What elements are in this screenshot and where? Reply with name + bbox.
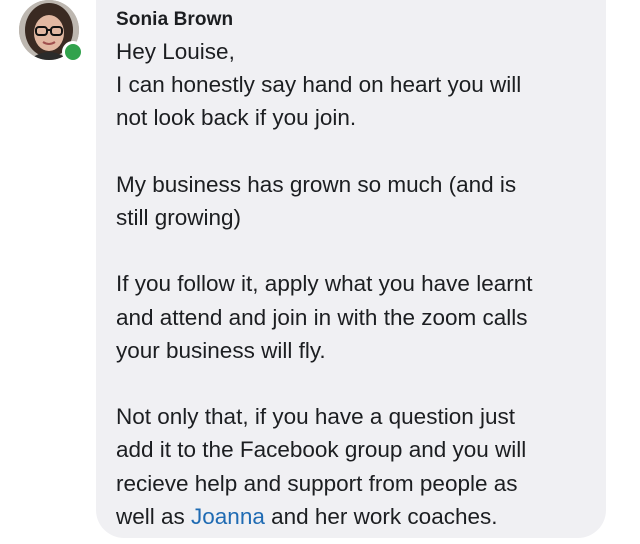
paragraph-break	[116, 234, 602, 267]
comment-author-name[interactable]: Sonia Brown	[116, 9, 233, 31]
paragraph-break	[116, 135, 602, 168]
comment-line: not look back if you join.	[116, 105, 357, 131]
user-mention-link[interactable]: Joanna	[191, 504, 265, 529]
comment-line: My business has grown so much (and is	[116, 171, 517, 197]
comment-line: recieve help and support from people as	[116, 470, 518, 496]
profile-avatar[interactable]	[19, 0, 84, 63]
online-status-indicator	[62, 41, 84, 63]
comment-line-text: and her work coaches.	[264, 503, 498, 529]
comment-line: add it to the Facebook group and you wil…	[116, 437, 527, 463]
comment-line: your business will fly.	[116, 337, 326, 363]
comment-line: Not only that, if you have a question ju…	[116, 404, 515, 430]
comment-line: Hey Louise,	[116, 39, 235, 64]
comment-line-with-mention: well as Joanna and her work coaches.	[116, 500, 602, 533]
paragraph-break	[116, 367, 602, 400]
comment-line: and attend and join in with the zoom cal…	[116, 304, 528, 330]
comment-text: Hey Louise, I can honestly say hand on h…	[116, 35, 602, 533]
comment-line: If you follow it, apply what you have le…	[116, 271, 533, 297]
comment-line-text: well as	[116, 503, 192, 529]
comment-line: still growing)	[116, 205, 242, 230]
comment-line: I can honestly say hand on heart you wil…	[116, 72, 522, 98]
